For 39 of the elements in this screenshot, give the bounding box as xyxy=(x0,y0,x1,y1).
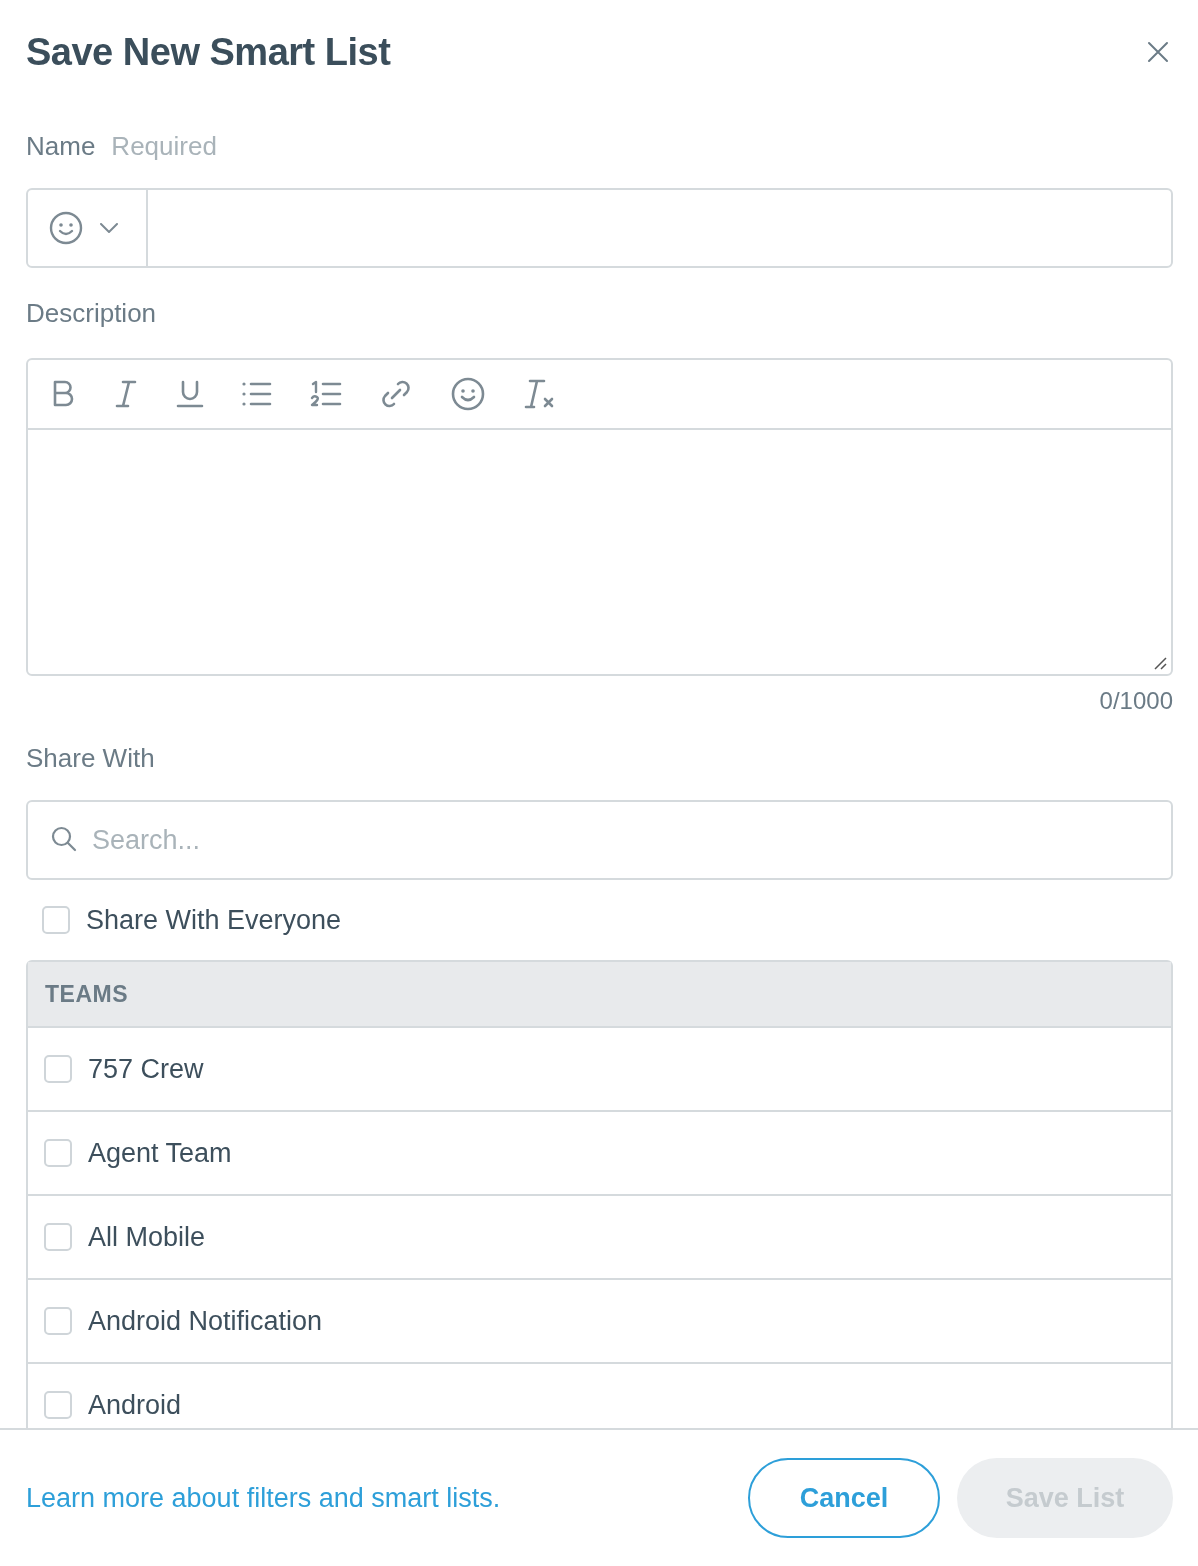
checkbox-label: Share With Everyone xyxy=(86,904,342,936)
search-field[interactable]: Search... xyxy=(26,800,1173,880)
smiley-icon[interactable] xyxy=(450,376,486,412)
close-icon[interactable] xyxy=(1147,41,1169,63)
team-name: Agent Team xyxy=(88,1137,232,1169)
team-row[interactable]: All Mobile xyxy=(28,1194,1171,1278)
team-name: Android xyxy=(88,1389,182,1421)
smiley-icon xyxy=(48,210,84,246)
team-name: Android Notification xyxy=(88,1305,323,1337)
team-row[interactable]: Agent Team xyxy=(28,1110,1171,1194)
chevron-down-icon xyxy=(100,223,118,233)
checkbox[interactable] xyxy=(44,1055,72,1083)
checkbox[interactable] xyxy=(44,1307,72,1335)
section-header: TEAMS xyxy=(28,962,1171,1026)
character-counter: 0/1000 xyxy=(1098,686,1173,716)
resize-handle-icon[interactable] xyxy=(1153,656,1167,670)
checkbox[interactable] xyxy=(44,1139,72,1167)
checkbox[interactable] xyxy=(44,1391,72,1419)
required-hint: Required xyxy=(111,131,217,161)
search-icon xyxy=(51,826,77,852)
team-name: 757 Crew xyxy=(88,1053,204,1085)
name-field[interactable] xyxy=(26,188,1173,268)
bullet-list-icon[interactable] xyxy=(242,381,272,407)
team-row[interactable]: Android Notification xyxy=(28,1278,1171,1362)
team-name: All Mobile xyxy=(88,1221,206,1253)
team-row[interactable]: Android xyxy=(28,1362,1171,1428)
field-label: Share With xyxy=(26,743,155,773)
numbered-list-icon[interactable] xyxy=(310,380,342,408)
clear-format-icon[interactable] xyxy=(524,379,556,409)
field-label: Description xyxy=(26,298,157,328)
bold-icon[interactable] xyxy=(52,380,76,408)
checkbox[interactable] xyxy=(42,906,70,934)
team-row[interactable]: 757 Crew xyxy=(28,1026,1171,1110)
underline-icon[interactable] xyxy=(176,380,204,408)
link-icon[interactable] xyxy=(380,378,412,410)
italic-icon[interactable] xyxy=(114,380,138,408)
dialog-title: Save New Smart List xyxy=(26,30,391,74)
checkbox[interactable] xyxy=(44,1223,72,1251)
field-label: Name xyxy=(26,131,96,161)
